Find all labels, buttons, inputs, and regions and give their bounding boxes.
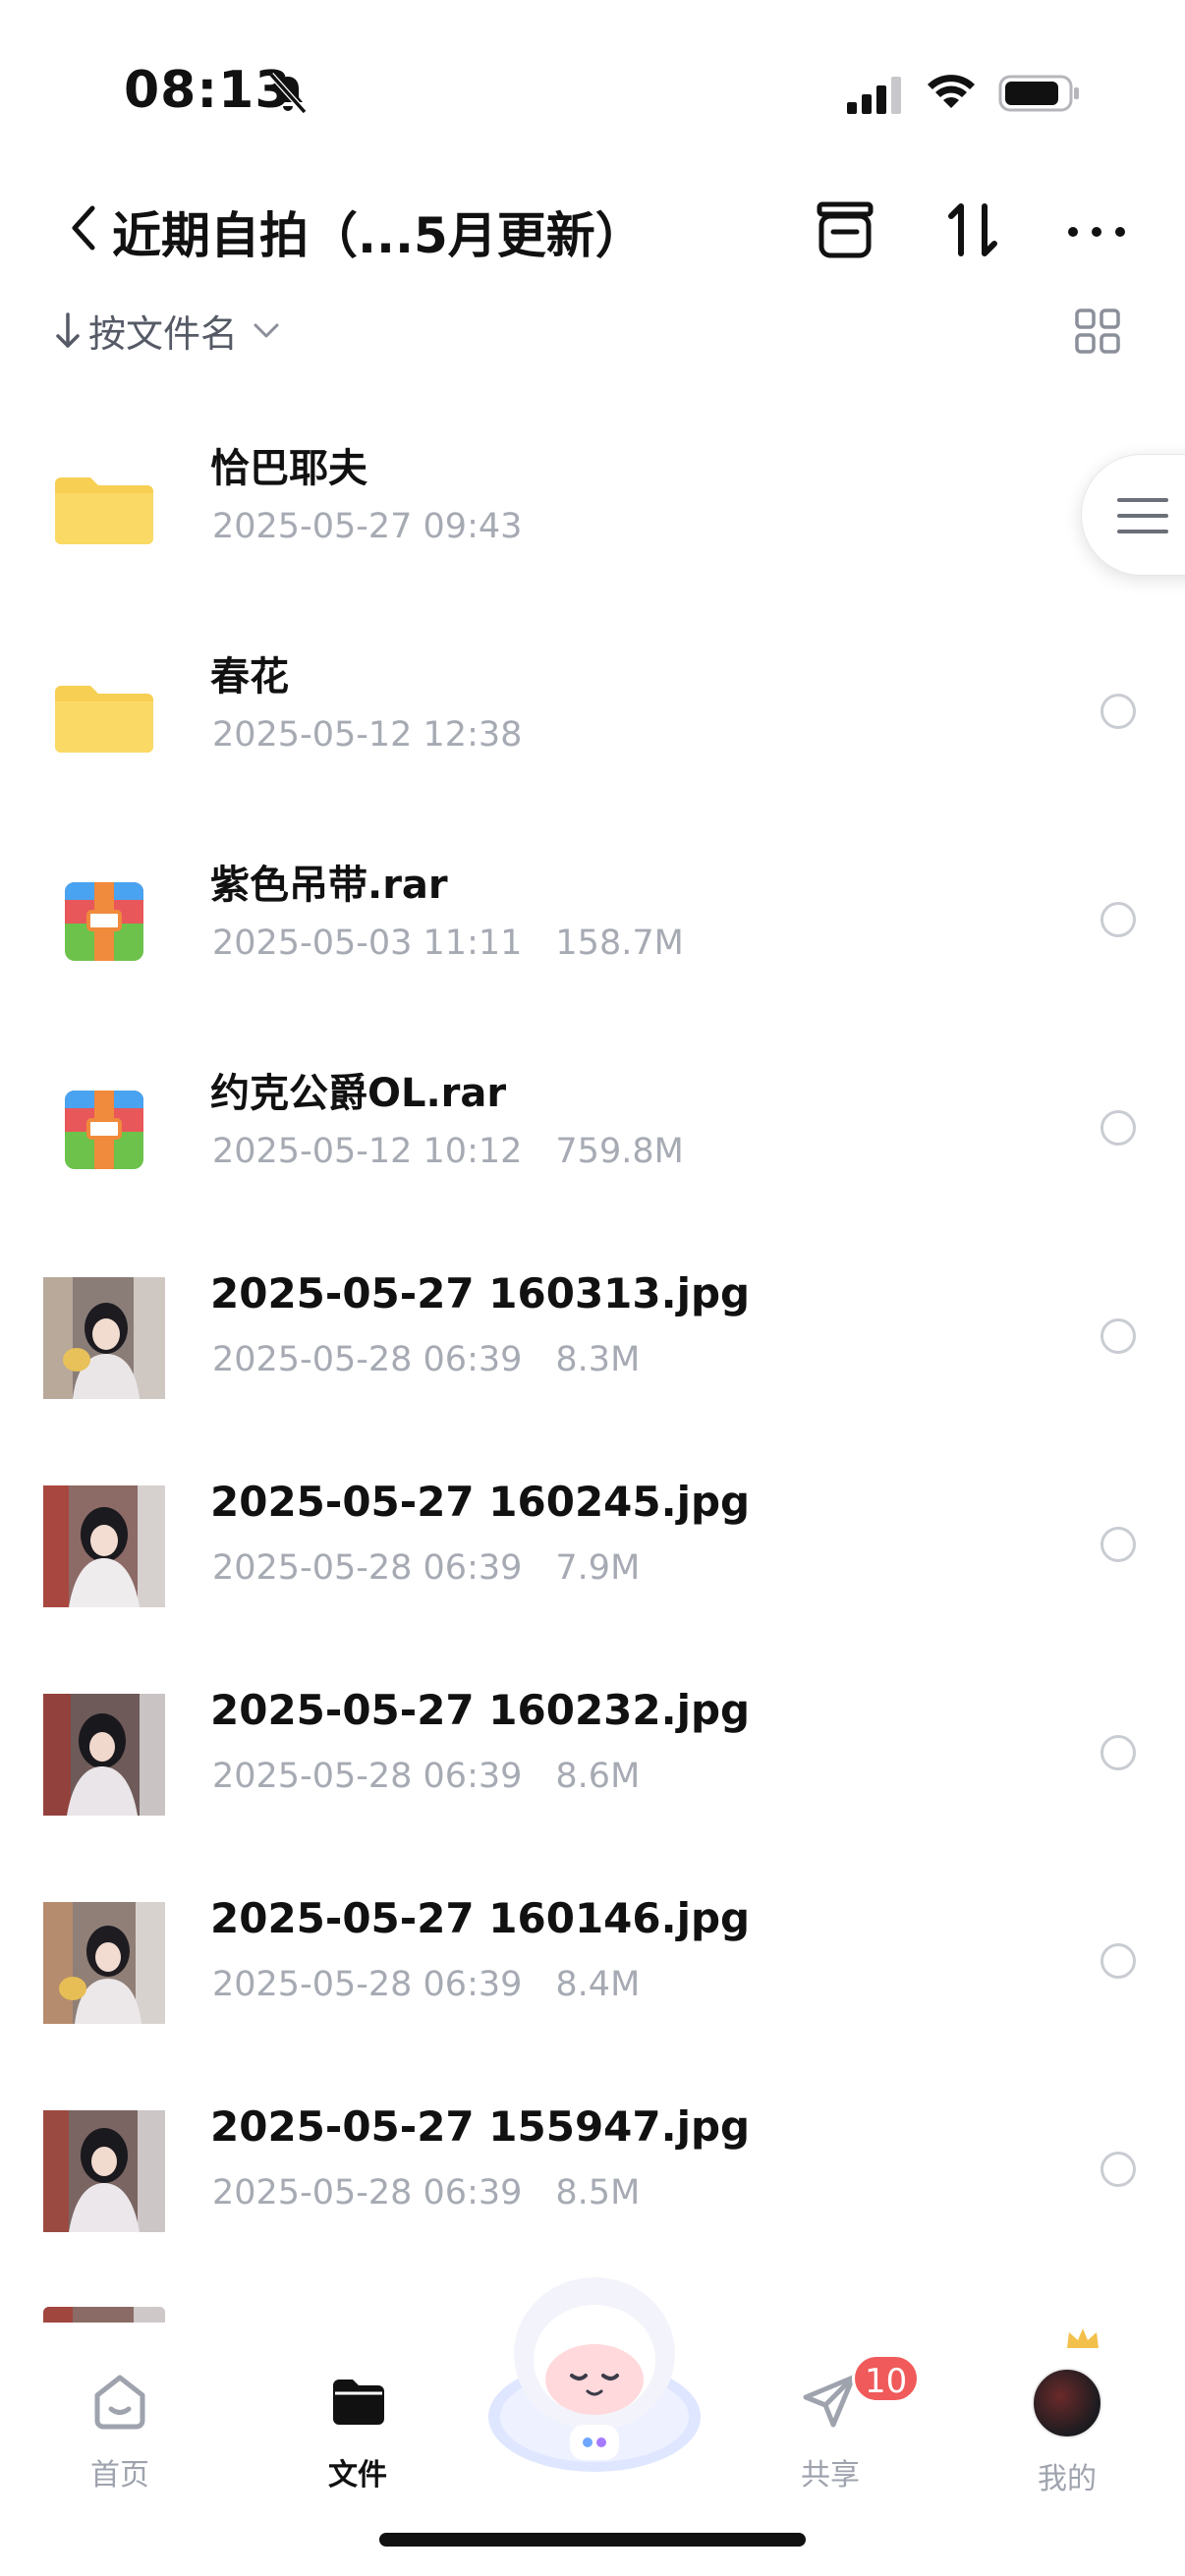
file-row[interactable]: 恰巴耶夫 2025-05-27 09:43 xyxy=(0,387,1185,595)
file-date: 2025-05-28 06:39 xyxy=(212,1548,523,1588)
menu-icon xyxy=(1117,498,1168,533)
sort-label: 按文件名 xyxy=(88,311,239,356)
file-row[interactable]: 春花 2025-05-12 12:38 xyxy=(0,595,1185,804)
select-radio[interactable] xyxy=(1100,902,1136,937)
photo-thumbnail xyxy=(43,1902,165,2024)
file-date: 2025-05-28 06:39 xyxy=(212,2173,523,2212)
file-meta: 2025-05-27 09:43 xyxy=(212,507,522,546)
file-row[interactable]: 2025-05-27 155947.jpg 2025-05-28 06:39 8.… xyxy=(0,2053,1185,2262)
file-row[interactable]: 2025-05-27 160146.jpg 2025-05-28 06:39 8.… xyxy=(0,1845,1185,2053)
photo-thumbnail xyxy=(43,1277,165,1399)
nav-home[interactable]: 首页 xyxy=(41,2348,198,2495)
ai-assistant-mascot[interactable] xyxy=(481,2269,707,2476)
nav-files[interactable]: 文件 xyxy=(279,2348,436,2495)
file-date: 2025-05-28 06:39 xyxy=(212,1965,523,2004)
crown-icon xyxy=(1067,2328,1099,2348)
archive-icon xyxy=(43,861,165,982)
file-size: 759.8M xyxy=(555,1132,684,1171)
more-options-icon[interactable] xyxy=(1059,193,1134,267)
file-meta: 2025-05-28 06:39 8.6M xyxy=(212,1757,640,1796)
recycle-bin-icon[interactable] xyxy=(808,193,882,267)
home-icon xyxy=(94,2375,145,2430)
nav-mine[interactable]: 我的 xyxy=(988,2348,1146,2496)
file-date: 2025-05-03 11:11 xyxy=(212,924,523,963)
folder-nav-icon xyxy=(333,2380,384,2425)
bell-muted-icon xyxy=(268,72,308,115)
avatar xyxy=(1032,2368,1102,2438)
file-meta: 2025-05-28 06:39 7.9M xyxy=(212,1548,640,1588)
wifi-icon xyxy=(928,75,975,108)
file-row[interactable]: 约克公爵OL.rar 2025-05-12 10:12 759.8M xyxy=(0,1012,1185,1220)
home-indicator xyxy=(379,2533,806,2547)
file-size: 8.6M xyxy=(555,1757,641,1796)
chevron-down-icon xyxy=(254,323,279,338)
photo-thumbnail-partial xyxy=(43,2307,165,2323)
photo-thumbnail xyxy=(43,1694,165,1816)
file-meta: 2025-05-03 11:11 158.7M xyxy=(212,924,684,963)
folder-icon xyxy=(43,652,165,774)
sort-selector[interactable]: 按文件名 xyxy=(53,303,283,358)
file-meta: 2025-05-28 06:39 8.4M xyxy=(212,1965,640,2004)
file-date: 2025-05-28 06:39 xyxy=(212,1340,523,1379)
grid-view-icon[interactable] xyxy=(1073,307,1122,356)
nav-share-label: 共享 xyxy=(801,2458,860,2492)
select-radio[interactable] xyxy=(1100,1735,1136,1770)
file-row[interactable]: 紫色吊带.rar 2025-05-03 11:11 158.7M xyxy=(0,804,1185,1012)
file-size: 8.5M xyxy=(555,2173,641,2212)
select-radio[interactable] xyxy=(1100,694,1136,729)
photo-thumbnail xyxy=(43,2110,165,2232)
page-title: 近期自拍（...5月更新） xyxy=(112,207,645,264)
nav-files-label: 文件 xyxy=(328,2458,387,2492)
select-radio[interactable] xyxy=(1100,2152,1136,2187)
cellular-signal-icon xyxy=(847,77,901,114)
file-size: 8.3M xyxy=(555,1340,641,1379)
select-radio[interactable] xyxy=(1100,1943,1136,1979)
file-date: 2025-05-28 06:39 xyxy=(212,1757,523,1796)
status-bar: 08:13 xyxy=(0,0,1185,187)
file-size: 8.4M xyxy=(555,1965,641,2004)
file-row[interactable]: 2025-05-27 160245.jpg 2025-05-28 06:39 7.… xyxy=(0,1428,1185,1637)
file-meta: 2025-05-28 06:39 8.3M xyxy=(212,1340,640,1379)
file-name: 约克公爵OL.rar xyxy=(210,1071,507,1116)
file-name: 春花 xyxy=(210,654,289,700)
file-name: 紫色吊带.rar xyxy=(210,863,448,908)
file-name: 2025-05-27 160313.jpg xyxy=(210,1269,751,1317)
sort-direction-icon xyxy=(56,312,80,348)
back-icon[interactable] xyxy=(65,198,104,257)
file-meta: 2025-05-12 10:12 759.8M xyxy=(212,1132,684,1171)
file-date: 2025-05-27 09:43 xyxy=(212,507,523,546)
select-radio[interactable] xyxy=(1100,1110,1136,1146)
file-meta: 2025-05-28 06:39 8.5M xyxy=(212,2173,640,2212)
file-size: 158.7M xyxy=(555,924,684,963)
file-name: 2025-05-27 155947.jpg xyxy=(210,2102,751,2151)
file-row[interactable]: 2025-05-27 160232.jpg 2025-05-28 06:39 8.… xyxy=(0,1637,1185,1845)
nav-home-label: 首页 xyxy=(90,2458,149,2492)
battery-icon xyxy=(998,75,1079,112)
archive-icon xyxy=(43,1069,165,1191)
file-name: 2025-05-27 160245.jpg xyxy=(210,1478,751,1526)
folder-icon xyxy=(43,444,165,566)
file-meta: 2025-05-12 12:38 xyxy=(212,715,522,755)
file-date: 2025-05-12 10:12 xyxy=(212,1132,523,1171)
select-radio[interactable] xyxy=(1100,1527,1136,1562)
sort-toggle-icon[interactable] xyxy=(935,193,1010,267)
file-name: 2025-05-27 160232.jpg xyxy=(210,1686,751,1734)
file-size: 7.9M xyxy=(555,1548,641,1588)
file-name: 恰巴耶夫 xyxy=(210,446,367,491)
share-badge: 10 xyxy=(852,2354,921,2403)
select-radio[interactable] xyxy=(1100,1318,1136,1354)
nav-share[interactable]: 共享 10 xyxy=(752,2348,921,2495)
file-row[interactable]: 2025-05-27 160313.jpg 2025-05-28 06:39 8.… xyxy=(0,1220,1185,1428)
photo-thumbnail xyxy=(43,1485,165,1607)
nav-mine-label: 我的 xyxy=(1038,2462,1097,2496)
file-date: 2025-05-12 12:38 xyxy=(212,715,523,755)
file-name: 2025-05-27 160146.jpg xyxy=(210,1894,751,1942)
